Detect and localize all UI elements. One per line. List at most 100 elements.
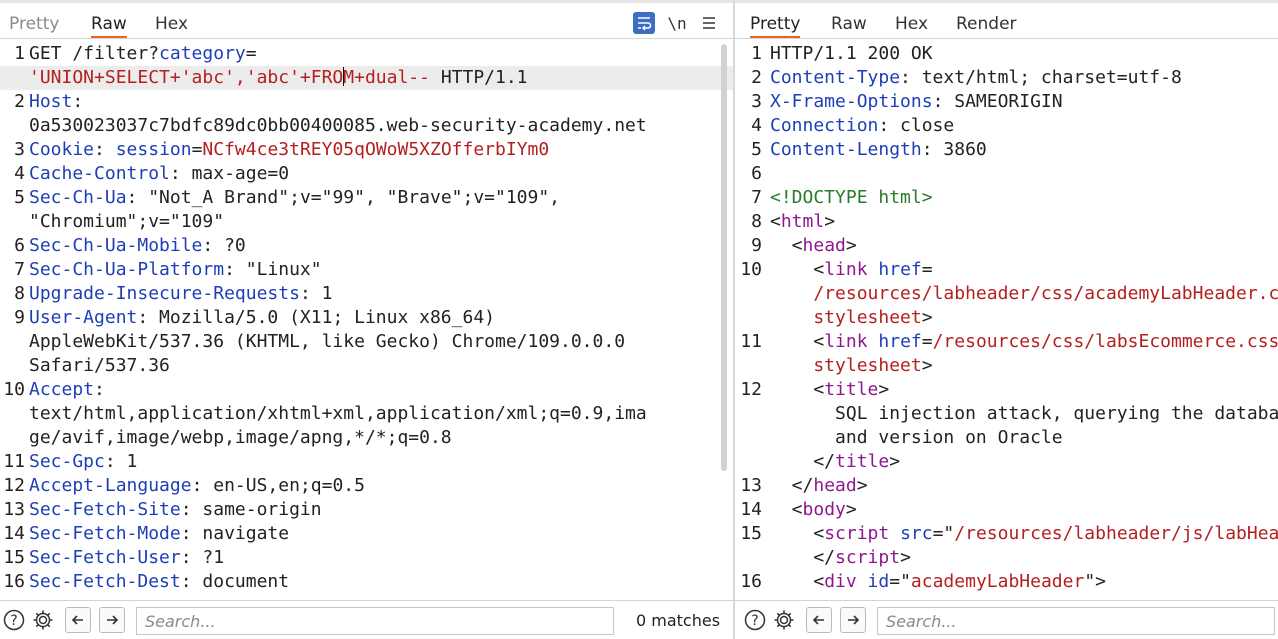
code-line: 15 <script src="/resources/labheader/js/… xyxy=(735,522,1278,546)
line-number: 9 xyxy=(751,235,762,256)
code-line: 16 <div id="academyLabHeader"> xyxy=(735,570,1278,594)
code-line: 8 Upgrade-Insecure-Requests: 1 xyxy=(0,282,733,306)
line-text: <html> xyxy=(770,210,1278,234)
arrow-right-icon[interactable] xyxy=(840,607,866,633)
line-number: 10 xyxy=(740,259,762,280)
code-line: 2 Host: xyxy=(0,90,733,114)
tab-render[interactable]: Render xyxy=(956,14,1017,38)
line-number: 7 xyxy=(14,259,25,280)
token: < xyxy=(770,523,825,544)
tab-raw[interactable]: Raw xyxy=(831,14,867,38)
token: ge/avif,image/webp,image/apng,*/*;q=0.8 xyxy=(29,427,452,448)
token: > xyxy=(824,211,836,232)
tab-hex[interactable]: Hex xyxy=(155,14,188,38)
token: HTTP/1.1 xyxy=(440,67,528,88)
token: href xyxy=(878,259,922,280)
tab-pretty[interactable]: Pretty xyxy=(750,14,801,38)
line-text: Sec-Ch-Ua-Mobile: ?0 xyxy=(29,234,733,258)
token: : navigate xyxy=(180,523,290,544)
code-line: 9 User-Agent: Mozilla/5.0 (X11; Linux x86… xyxy=(0,306,733,330)
line-number: 10 xyxy=(3,379,25,400)
line-number: 16 xyxy=(3,571,25,592)
arrow-right-icon[interactable] xyxy=(99,607,125,633)
line-number: 13 xyxy=(3,499,25,520)
gear-icon[interactable] xyxy=(31,608,55,632)
line-text: <title> xyxy=(770,378,1278,402)
token: > xyxy=(921,355,933,376)
help-icon[interactable]: ? xyxy=(2,608,26,632)
token: div xyxy=(824,571,857,592)
request-scrollbar[interactable] xyxy=(721,44,727,471)
token: : xyxy=(72,91,84,112)
token: body xyxy=(802,499,846,520)
code-line: 3 Cookie: session=NCfw4ce3tREY05qOWoW5XZO… xyxy=(0,138,733,162)
token: = xyxy=(191,139,203,160)
token: Sec-Fetch-Mode xyxy=(29,523,181,544)
line-text: "Chromium";v="109" xyxy=(29,210,733,234)
line-number: 3 xyxy=(751,91,762,112)
code-line: and version on Oracle xyxy=(735,426,1278,450)
token: : xyxy=(94,139,116,160)
wrap-lines-icon[interactable] xyxy=(633,12,655,34)
code-line: 4 Connection: close xyxy=(735,114,1278,138)
arrow-left-icon[interactable] xyxy=(806,607,832,633)
line-text: User-Agent: Mozilla/5.0 (X11; Linux x86_… xyxy=(29,306,733,330)
token: : xyxy=(94,379,105,400)
line-text: and version on Oracle xyxy=(770,426,1278,450)
help-icon[interactable]: ? xyxy=(743,608,767,632)
code-line: 13 </head> xyxy=(735,474,1278,498)
token: < xyxy=(770,331,825,352)
line-text: stylesheet> xyxy=(770,354,1278,378)
token: < xyxy=(770,379,825,400)
arrow-left-icon[interactable] xyxy=(65,607,91,633)
response-viewer[interactable]: 1 HTTP/1.1 200 OK 2 Content-Type: text/html… xyxy=(735,42,1278,599)
token: > xyxy=(845,235,857,256)
code-line: 0a530023037c7bdfc89dc0bb00400085.web-sec… xyxy=(0,114,733,138)
token: < xyxy=(770,499,803,520)
code-line: SQL injection attack, querying the datab… xyxy=(735,402,1278,426)
line-text: <!DOCTYPE html> xyxy=(770,186,1278,210)
token: script xyxy=(835,547,901,568)
token: and version on Oracle xyxy=(770,427,1063,448)
line-text: Sec-Ch-Ua-Platform: "Linux" xyxy=(29,258,733,282)
tab-raw[interactable]: Raw xyxy=(91,14,127,38)
line-number: 6 xyxy=(751,163,762,184)
line-text: <div id="academyLabHeader"> xyxy=(770,570,1278,594)
request-editor[interactable]: 1 GET /filter?category= 'UNION+SELECT+'abc… xyxy=(0,42,733,599)
line-text: Host: xyxy=(29,90,733,114)
token: </ xyxy=(770,451,836,472)
tab-pretty[interactable]: Pretty xyxy=(9,14,59,38)
token: < xyxy=(770,211,781,232)
newline-toggle-button[interactable]: \n xyxy=(666,12,688,34)
token: = xyxy=(921,259,933,280)
code-line: 9 <head> xyxy=(735,234,1278,258)
line-text: Sec-Gpc: 1 xyxy=(29,450,733,474)
line-text: Sec-Ch-Ua: "Not_A Brand";v="99", "Brave"… xyxy=(29,186,733,210)
request-search-input[interactable] xyxy=(136,607,614,635)
token: : close xyxy=(878,115,955,136)
token: Cookie xyxy=(29,139,95,160)
token: SQL injection attack, querying the datab… xyxy=(835,403,1278,424)
token: title xyxy=(835,451,890,472)
hamburger-menu-icon[interactable] xyxy=(698,12,720,34)
token: Connection xyxy=(770,115,879,136)
token: : 1 xyxy=(299,283,333,304)
response-pane: Pretty Raw Hex Render 1 HTTP/1.1 200 OK 2 C… xyxy=(735,0,1278,639)
token: /resources/labheader/css/academyLabHeade… xyxy=(813,283,1278,304)
token: session xyxy=(115,139,192,160)
code-line: 7 <!DOCTYPE html> xyxy=(735,186,1278,210)
response-search-input[interactable] xyxy=(877,607,1275,635)
line-text: <script src="/resources/labheader/js/lab… xyxy=(770,522,1278,546)
line-text: </head> xyxy=(770,474,1278,498)
token: > xyxy=(900,547,911,568)
gear-icon[interactable] xyxy=(772,608,796,632)
line-number: 1 xyxy=(751,43,762,64)
line-number: 8 xyxy=(14,283,25,304)
tab-hex[interactable]: Hex xyxy=(895,14,928,38)
line-text: Sec-Fetch-Site: same-origin xyxy=(29,498,733,522)
token: : ?1 xyxy=(180,547,225,568)
